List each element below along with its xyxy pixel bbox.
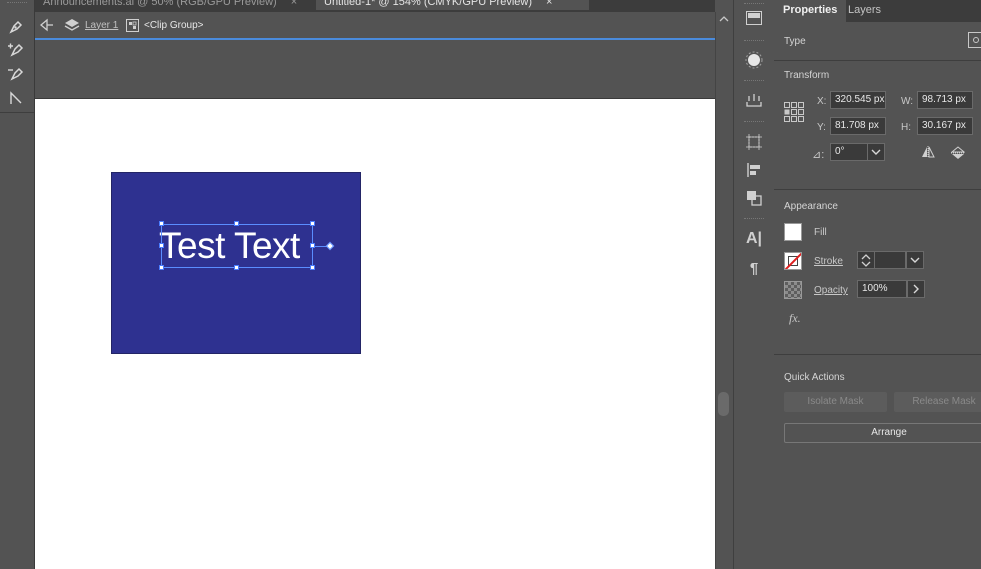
y-field[interactable]: 81.708 px (830, 117, 886, 135)
pen-tool-icon[interactable] (4, 17, 28, 37)
opacity-label[interactable]: Opacity (814, 285, 848, 296)
flip-vertical-icon[interactable] (950, 146, 966, 163)
strip-grip (744, 80, 764, 83)
transform-panel-icon[interactable] (743, 132, 765, 152)
isolation-mode-bar: Layer 1 <Clip Group> (35, 12, 715, 40)
breadcrumb-clip-group[interactable]: <Clip Group> (144, 12, 203, 38)
paragraph-panel-icon[interactable]: ¶ (743, 258, 765, 278)
close-icon[interactable]: × (546, 0, 552, 8)
appearance-section-title: Appearance (784, 201, 838, 212)
resize-handle[interactable] (234, 265, 239, 270)
h-label: H: (901, 122, 911, 133)
breadcrumb-clip-group-label: <Clip Group> (144, 19, 204, 31)
add-anchor-point-tool-icon[interactable] (4, 40, 28, 60)
panel-tab-bar: Properties Layers (774, 0, 981, 22)
breadcrumb-layer[interactable]: Layer 1 (85, 12, 118, 38)
resize-handle[interactable] (234, 221, 239, 226)
back-arrow-icon[interactable] (39, 12, 55, 38)
resize-handle[interactable] (310, 265, 315, 270)
resize-handle[interactable] (310, 221, 315, 226)
tools-panel (0, 0, 35, 569)
strip-grip (744, 218, 764, 221)
section-divider (774, 189, 981, 190)
isolation-overlay (35, 40, 715, 99)
breadcrumb-layer-label: Layer 1 (85, 19, 119, 31)
strip-grip (744, 3, 764, 6)
strip-grip (744, 121, 764, 124)
character-panel-icon[interactable]: A| (743, 229, 765, 249)
resize-handle[interactable] (159, 221, 164, 226)
tab-untitled-1[interactable]: Untitled-1* @ 154% (CMYK/GPU Preview) × (316, 0, 589, 10)
isolate-mask-button[interactable]: Isolate Mask (784, 392, 887, 412)
resize-handle[interactable] (159, 265, 164, 270)
h-field[interactable]: 30.167 px (917, 117, 973, 135)
type-options-icon[interactable] (968, 32, 981, 48)
opacity-field[interactable]: 100% (857, 280, 907, 298)
w-label: W: (901, 96, 914, 107)
arrange-button[interactable]: Arrange (784, 423, 981, 443)
canvas[interactable]: Test Text (35, 99, 715, 569)
scrollbar-thumb[interactable] (718, 392, 729, 416)
section-divider (774, 60, 981, 61)
anchor-point-tool-icon[interactable] (4, 88, 28, 108)
layers-icon (64, 12, 80, 38)
stroke-swatch[interactable] (784, 252, 802, 270)
toolbar-grip[interactable] (7, 2, 27, 5)
delete-anchor-point-tool-icon[interactable] (4, 64, 28, 84)
asset-export-icon[interactable] (743, 90, 765, 110)
fill-swatch[interactable] (784, 223, 802, 241)
release-mask-button[interactable]: Release Mask (894, 392, 981, 412)
type-section-title: Type (784, 36, 806, 47)
tab-layers[interactable]: Layers (839, 0, 890, 22)
resize-handle[interactable] (159, 243, 164, 248)
opacity-icon (784, 281, 802, 299)
rotate-angle-field[interactable]: 0° (830, 143, 868, 161)
fill-label: Fill (814, 227, 827, 238)
tab-title: Announcements.ai @ 50% (RGB/GPU Preview) (43, 0, 277, 8)
tab-properties[interactable]: Properties (774, 0, 847, 22)
document-tab-bar: Announcements.ai @ 50% (RGB/GPU Preview)… (35, 0, 715, 12)
stroke-weight-field[interactable] (874, 251, 906, 269)
section-divider (774, 354, 981, 355)
toolbar-divider (0, 112, 34, 113)
vertical-scrollbar[interactable] (715, 12, 733, 569)
x-field[interactable]: 320.545 px (830, 91, 886, 109)
clip-group-icon (126, 12, 139, 38)
close-icon[interactable]: × (291, 0, 297, 8)
tab-title: Untitled-1* @ 154% (CMYK/GPU Preview) (324, 0, 533, 8)
tab-announcements[interactable]: Announcements.ai @ 50% (RGB/GPU Preview)… (35, 0, 305, 10)
fx-icon[interactable]: fx. (789, 311, 801, 326)
stroke-label[interactable]: Stroke (814, 256, 843, 267)
y-label: Y: (817, 122, 826, 133)
stroke-weight-stepper-icon[interactable] (857, 251, 875, 269)
chevron-down-icon[interactable] (867, 143, 885, 161)
w-field[interactable]: 98.713 px (917, 91, 973, 109)
pathfinder-panel-icon[interactable] (743, 188, 765, 208)
reference-point-icon[interactable] (784, 102, 804, 125)
quick-actions-section-title: Quick Actions (784, 372, 845, 383)
brushes-panel-icon[interactable] (743, 50, 765, 70)
x-label: X: (817, 96, 827, 107)
align-panel-icon[interactable] (743, 160, 765, 180)
strip-grip (744, 40, 764, 43)
flip-horizontal-icon[interactable] (921, 146, 935, 161)
angle-label: ⊿: (812, 149, 825, 161)
chevron-down-icon[interactable] (906, 251, 924, 269)
selection-bounding-box (161, 224, 313, 268)
properties-panel: Properties Layers Type Transform X: 320.… (774, 0, 981, 569)
scroll-up-arrow-icon[interactable] (719, 14, 729, 26)
transform-section-title: Transform (784, 70, 830, 81)
chevron-right-icon[interactable] (907, 280, 925, 298)
panel-icon-strip: A| ¶ (733, 0, 775, 569)
gradient-panel-icon[interactable] (743, 8, 765, 28)
